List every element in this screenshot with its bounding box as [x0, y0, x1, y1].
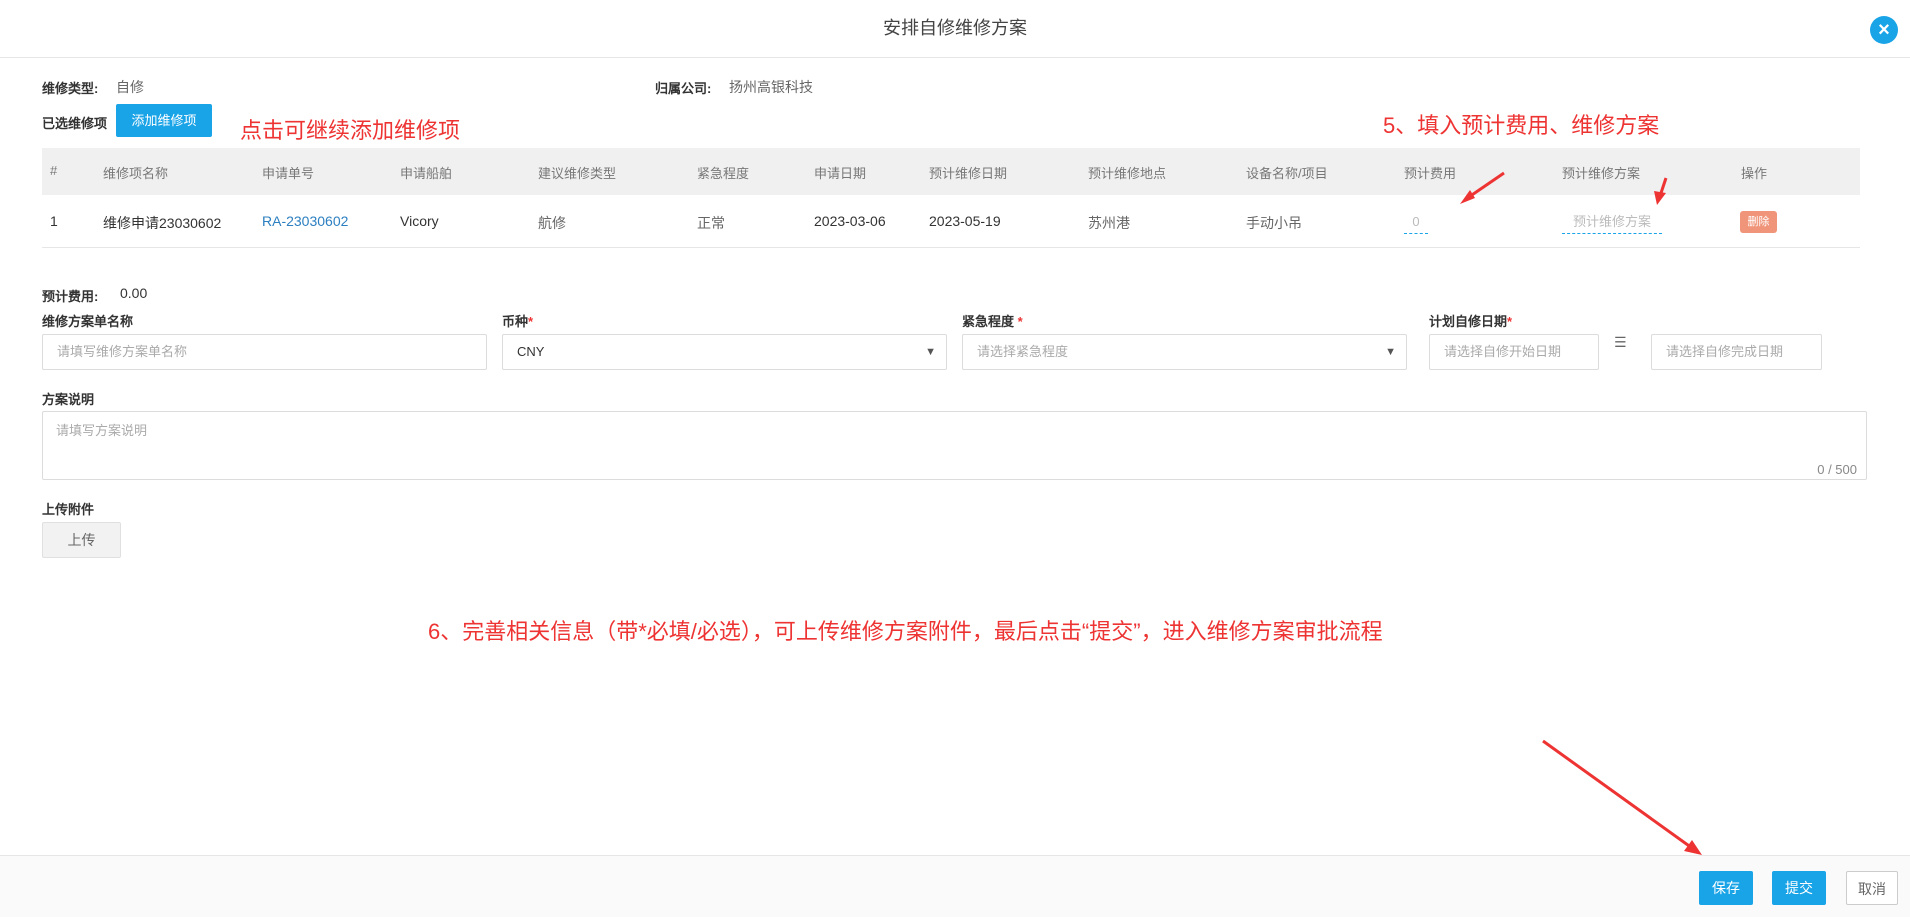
required-mark: *: [528, 314, 534, 329]
currency-label-text: 币种: [502, 314, 529, 329]
dialog-footer: [0, 855, 1910, 917]
est-cost-value: 0.00: [120, 285, 148, 301]
currency-select[interactable]: CNY ▼: [502, 334, 947, 370]
plan-name-input[interactable]: 请填写维修方案单名称: [42, 334, 487, 370]
save-button[interactable]: 保存: [1699, 871, 1753, 905]
plan-name-label: 维修方案单名称: [42, 314, 134, 329]
required-mark: *: [1507, 314, 1513, 329]
currency-label: 币种*: [502, 311, 533, 330]
upload-button[interactable]: 上传: [42, 522, 121, 558]
urgency-label-text: 紧急程度: [962, 314, 1015, 329]
annotation-step6: 6、完善相关信息（带*必填/必选），可上传维修方案附件，最后点击“提交”，进入维…: [428, 619, 1383, 644]
plan-date-label: 计划自修日期*: [1429, 311, 1512, 330]
required-mark: *: [1017, 314, 1023, 329]
urgency-select[interactable]: 请选择紧急程度 ▼: [962, 334, 1407, 370]
desc-label: 方案说明: [42, 392, 95, 407]
submit-button[interactable]: 提交: [1772, 871, 1826, 905]
urgency-label: 紧急程度 *: [962, 311, 1023, 330]
chevron-down-icon: ▼: [925, 346, 936, 358]
upload-label: 上传附件: [42, 502, 95, 517]
start-date-input[interactable]: 请选择自修开始日期: [1429, 334, 1599, 370]
desc-placeholder: 请填写方案说明: [56, 423, 148, 438]
est-cost-label: 预计费用:: [42, 289, 99, 304]
currency-value: CNY: [517, 344, 545, 359]
desc-textarea[interactable]: 请填写方案说明 0 / 500: [42, 411, 1867, 480]
plan-date-label-text: 计划自修日期: [1429, 314, 1508, 329]
range-separator-icon: ☰: [1614, 334, 1627, 350]
cancel-button[interactable]: 取消: [1846, 871, 1898, 905]
desc-counter: 0 / 500: [1817, 462, 1857, 477]
end-date-input[interactable]: 请选择自修完成日期: [1651, 334, 1822, 370]
chevron-down-icon: ▼: [1385, 346, 1396, 358]
urgency-placeholder: 请选择紧急程度: [977, 344, 1069, 359]
